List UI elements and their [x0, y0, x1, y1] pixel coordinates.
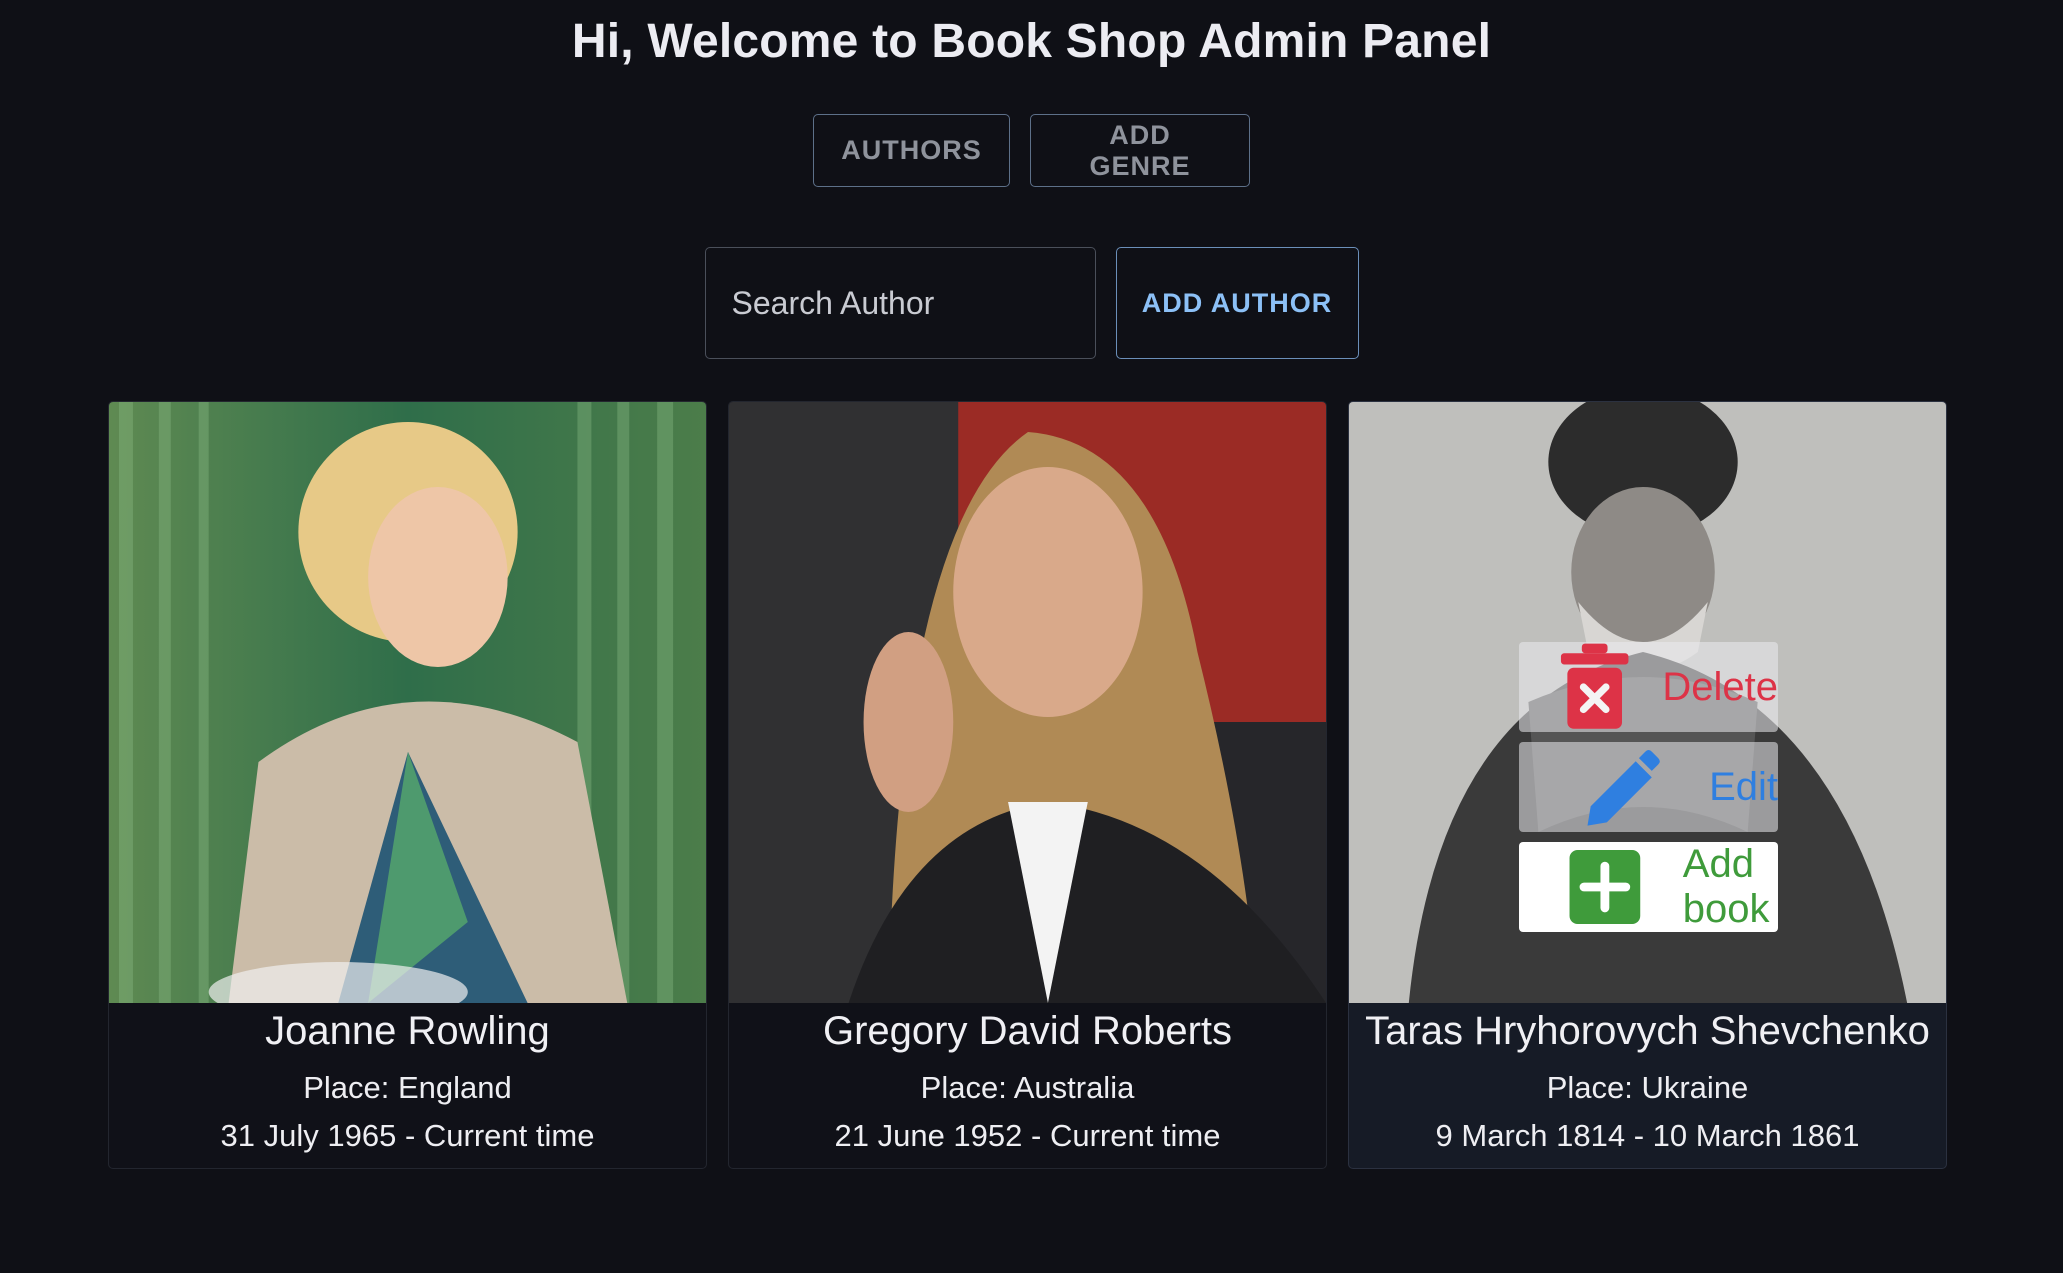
add-author-button[interactable]: ADD AUTHOR	[1115, 247, 1359, 359]
edit-label: Edit	[1709, 764, 1778, 809]
trash-icon	[1560, 643, 1629, 729]
author-place: Place: Ukraine	[1546, 1070, 1749, 1105]
plus-square-icon	[1569, 850, 1641, 924]
top-nav: AUTHORS ADD GENRE	[0, 114, 2063, 187]
author-toolbar: ADD AUTHOR	[0, 247, 2063, 359]
author-card-list: Joanne Rowling Place: England 31 July 19…	[108, 401, 1947, 1169]
search-author-input[interactable]	[704, 247, 1096, 359]
author-photo	[729, 402, 1326, 1003]
add-book-button[interactable]: Add book	[1519, 842, 1778, 932]
pencil-icon	[1587, 750, 1660, 826]
author-dates: 31 July 1965 - Current time	[220, 1118, 595, 1153]
author-photo: Delete Edit Add book	[1349, 402, 1946, 1003]
author-place: Place: England	[303, 1070, 512, 1105]
author-photo	[109, 402, 706, 1003]
author-portrait-image	[729, 402, 1326, 1003]
author-dates: 21 June 1952 - Current time	[834, 1118, 1221, 1153]
page-title: Hi, Welcome to Book Shop Admin Panel	[571, 15, 1492, 68]
author-name: Joanne Rowling	[265, 1009, 550, 1053]
author-name: Taras Hryhorovych Shevchenko	[1365, 1009, 1930, 1053]
delete-label: Delete	[1662, 664, 1778, 709]
author-dates: 9 March 1814 - 10 March 1861	[1435, 1118, 1860, 1153]
author-place: Place: Australia	[920, 1070, 1135, 1105]
author-portrait-image	[109, 402, 706, 1003]
delete-button[interactable]: Delete	[1519, 642, 1778, 732]
author-card-shevchenko[interactable]: Delete Edit Add book Taras Hryhorovych S…	[1348, 401, 1947, 1169]
edit-button[interactable]: Edit	[1519, 742, 1778, 832]
admin-panel-page: Hi, Welcome to Book Shop Admin Panel AUT…	[0, 0, 2063, 1273]
add-book-label: Add book	[1682, 842, 1770, 931]
card-action-menu: Delete Edit Add book	[1519, 642, 1778, 932]
author-name: Gregory David Roberts	[822, 1009, 1233, 1053]
author-card-rowling[interactable]: Joanne Rowling Place: England 31 July 19…	[108, 401, 707, 1169]
add-genre-button[interactable]: ADD GENRE	[1030, 114, 1250, 187]
author-card-roberts[interactable]: Gregory David Roberts Place: Australia 2…	[728, 401, 1327, 1169]
authors-button[interactable]: AUTHORS	[813, 114, 1010, 187]
